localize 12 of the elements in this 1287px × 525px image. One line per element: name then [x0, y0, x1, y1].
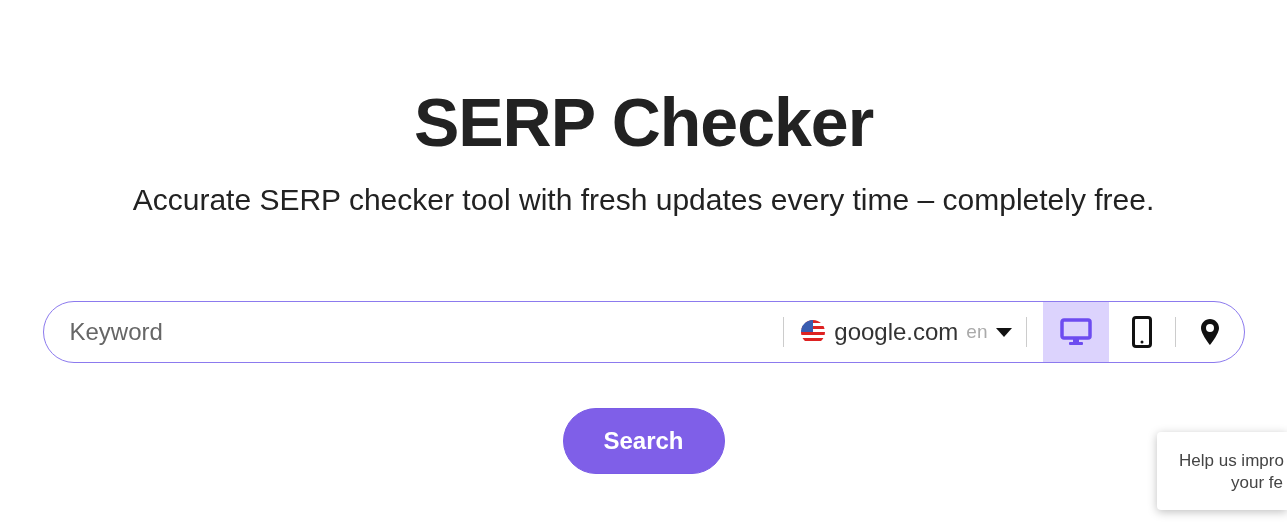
- desktop-button[interactable]: [1042, 302, 1109, 362]
- search-button[interactable]: Search: [562, 408, 725, 474]
- caret-icon[interactable]: [995, 327, 1012, 337]
- search-engine[interactable]: google.com: [834, 318, 959, 346]
- subtitle: Accurate SERP checker tool with fresh updates every time – completely free.: [132, 182, 1155, 218]
- phone-icon: [1131, 316, 1152, 348]
- location-pin-icon[interactable]: [1200, 319, 1219, 345]
- page-title: SERP Checker: [413, 83, 874, 162]
- feedback-text: your fe: [1230, 472, 1284, 494]
- feedback-text: Help us impro: [1178, 450, 1285, 472]
- monitor-icon: [1059, 318, 1092, 346]
- language-code: en: [966, 321, 988, 343]
